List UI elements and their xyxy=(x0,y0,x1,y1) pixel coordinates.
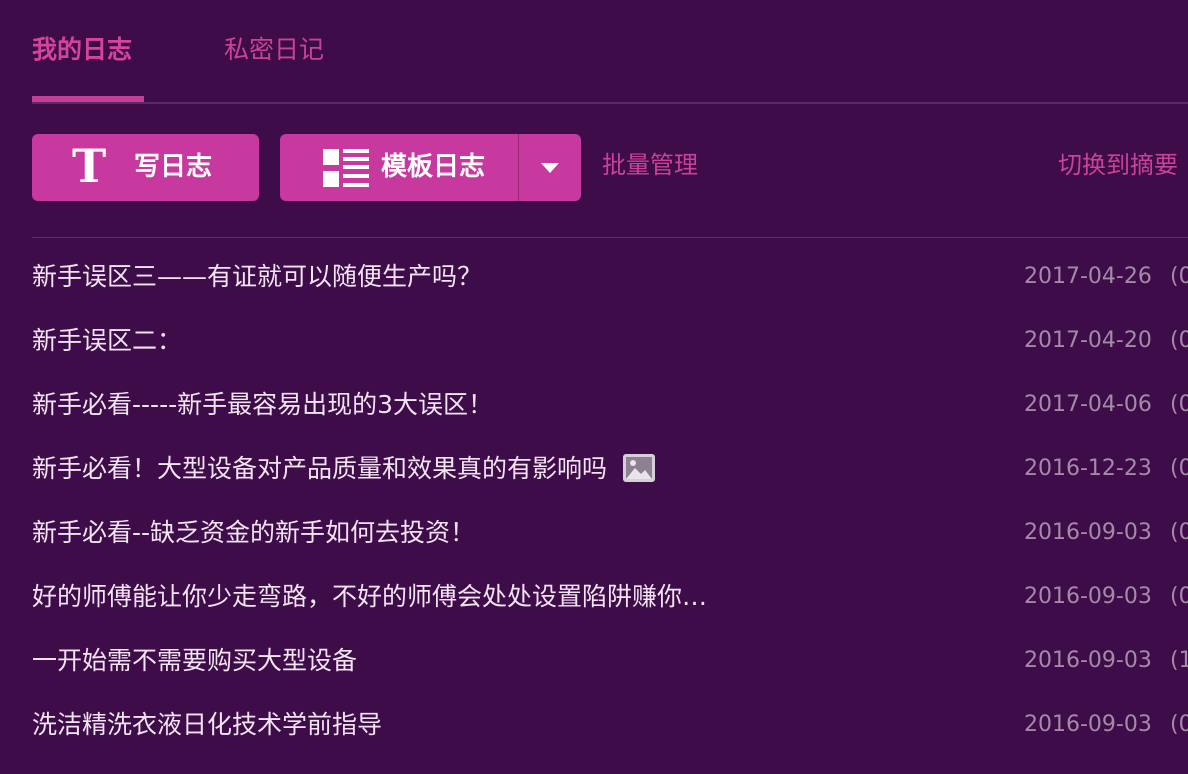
template-journal-button[interactable]: 模板日志 xyxy=(280,134,581,201)
entry-count: (0 xyxy=(1170,392,1188,417)
entry-title-text: 好的师傅能让你少走弯路，不好的师傅会处处设置陷阱赚你… xyxy=(32,582,708,611)
write-journal-button[interactable]: T 写日志 xyxy=(32,134,259,201)
entry-count: (0 xyxy=(1170,712,1188,737)
caret-down-icon xyxy=(541,163,559,173)
active-tab-indicator xyxy=(32,96,144,102)
entry-title-link[interactable]: 一开始需不需要购买大型设备 xyxy=(32,641,357,681)
entry-title-text: 新手误区三——有证就可以随便生产吗？ xyxy=(32,262,483,291)
divider xyxy=(32,237,1188,238)
template-dropdown-toggle[interactable] xyxy=(519,134,581,201)
entry-title-text: 一开始需不需要购买大型设备 xyxy=(32,646,358,675)
write-journal-label: 写日志 xyxy=(134,152,213,182)
entry-count: (0 xyxy=(1170,328,1188,353)
entry-count: (0 xyxy=(1170,584,1188,609)
list-item: 新手必看--缺乏资金的新手如何去投资！ 2016-09-03 (0 xyxy=(0,501,1188,565)
entry-title-text: 新手必看--缺乏资金的新手如何去投资！ xyxy=(32,518,476,547)
list-item: 新手误区二： 2017-04-20 (0 xyxy=(0,309,1188,373)
entry-title-text: 洗洁精洗衣液日化技术学前指导 xyxy=(32,710,383,739)
entry-count: (0 xyxy=(1170,264,1188,289)
switch-to-summary-link[interactable]: 切换到摘要 xyxy=(1058,145,1178,185)
text-t-icon: T xyxy=(72,139,107,193)
entry-date: 2016-09-03 xyxy=(1024,712,1152,737)
tab-private-diary[interactable]: 私密日记 xyxy=(224,30,324,70)
entry-date: 2017-04-06 xyxy=(1024,392,1152,417)
entry-title-link[interactable]: 新手误区二： xyxy=(32,321,182,361)
list-item: 新手误区三——有证就可以随便生产吗？ 2017-04-26 (0 xyxy=(0,245,1188,309)
entry-title-link[interactable]: 新手误区三——有证就可以随便生产吗？ xyxy=(32,257,482,297)
entry-title-text: 新手必看-----新手最容易出现的3大误区！ xyxy=(32,390,494,419)
list-icon xyxy=(323,149,369,187)
list-item: 新手必看！大型设备对产品质量和效果真的有影响吗 2016-12-23 (0 xyxy=(0,437,1188,501)
entry-date: 2016-09-03 xyxy=(1024,648,1152,673)
entry-title-link[interactable]: 新手必看--缺乏资金的新手如何去投资！ xyxy=(32,513,475,553)
entry-count: (0 xyxy=(1170,456,1188,481)
entry-title-text: 新手误区二： xyxy=(32,326,183,355)
entry-count: (0 xyxy=(1170,520,1188,545)
entry-title-text: 新手必看！大型设备对产品质量和效果真的有影响吗 xyxy=(32,454,608,483)
entry-date: 2016-09-03 xyxy=(1024,584,1152,609)
list-item: 洗洁精洗衣液日化技术学前指导 2016-09-03 (0 xyxy=(0,693,1188,757)
entry-title-link[interactable]: 好的师傅能让你少走弯路，不好的师傅会处处设置陷阱赚你… xyxy=(32,577,707,617)
tab-my-journal[interactable]: 我的日志 xyxy=(32,30,132,70)
image-icon xyxy=(623,454,656,482)
list-item: 好的师傅能让你少走弯路，不好的师傅会处处设置陷阱赚你… 2016-09-03 (0 xyxy=(0,565,1188,629)
entry-title-link[interactable]: 洗洁精洗衣液日化技术学前指导 xyxy=(32,705,382,745)
entry-date: 2016-09-03 xyxy=(1024,520,1152,545)
entry-date: 2017-04-20 xyxy=(1024,328,1152,353)
template-journal-label: 模板日志 xyxy=(381,152,486,182)
batch-manage-link[interactable]: 批量管理 xyxy=(602,145,698,185)
entry-title-link[interactable]: 新手必看！大型设备对产品质量和效果真的有影响吗 xyxy=(32,449,656,489)
list-item: 一开始需不需要购买大型设备 2016-09-03 (1 xyxy=(0,629,1188,693)
entry-date: 2016-12-23 xyxy=(1024,456,1152,481)
entry-title-link[interactable]: 新手必看-----新手最容易出现的3大误区！ xyxy=(32,385,493,425)
entry-count: (1 xyxy=(1170,648,1188,673)
list-item: 新手必看-----新手最容易出现的3大误区！ 2017-04-06 (0 xyxy=(0,373,1188,437)
tab-bar: 我的日志 私密日记 xyxy=(32,0,1188,104)
entry-date: 2017-04-26 xyxy=(1024,264,1152,289)
